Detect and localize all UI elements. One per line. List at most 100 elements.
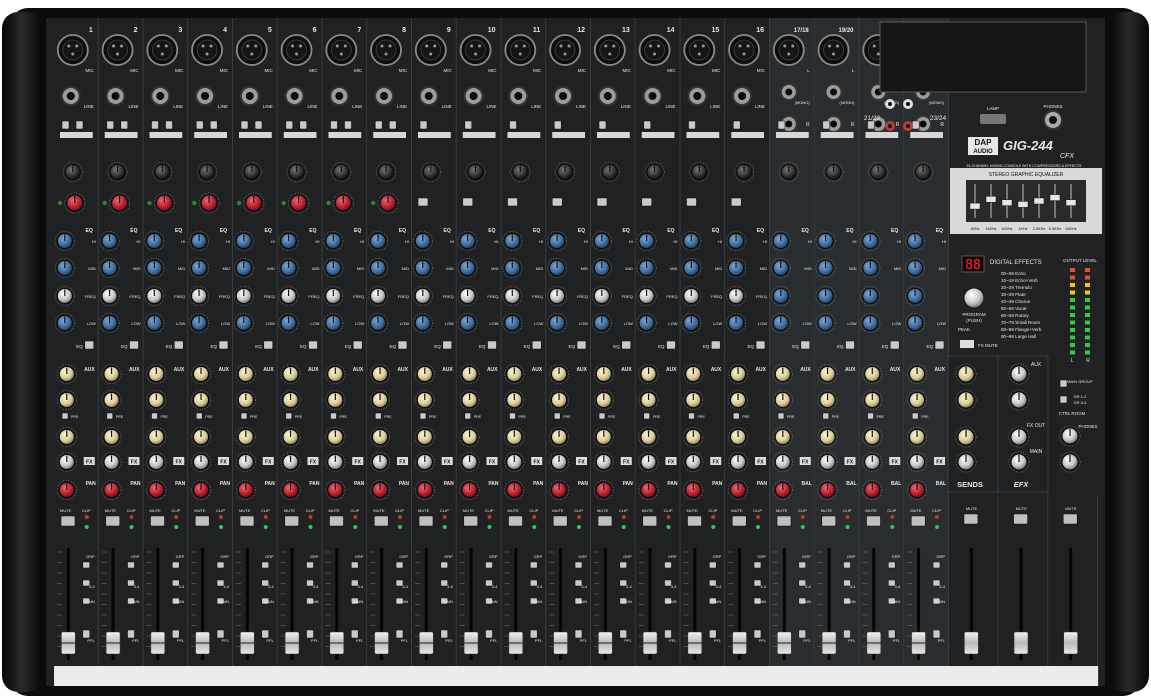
grp-12-button[interactable] bbox=[664, 561, 672, 569]
phase-switch[interactable] bbox=[120, 120, 129, 130]
pad-switch[interactable] bbox=[732, 120, 741, 130]
pad-switch[interactable] bbox=[151, 120, 159, 130]
mute-button[interactable] bbox=[463, 515, 479, 527]
grp-12-button[interactable] bbox=[843, 561, 851, 569]
phase-switch[interactable] bbox=[165, 120, 173, 130]
phase-switch[interactable] bbox=[388, 120, 397, 130]
pad-switch[interactable] bbox=[867, 120, 875, 130]
pad-switch[interactable] bbox=[553, 120, 562, 130]
mute-button[interactable] bbox=[597, 515, 613, 527]
master-mute-button[interactable] bbox=[1062, 513, 1078, 525]
line-select-button[interactable] bbox=[462, 197, 474, 207]
line-select-button[interactable] bbox=[641, 197, 653, 207]
pfl-button[interactable] bbox=[664, 629, 672, 639]
grp-12-button[interactable] bbox=[708, 561, 717, 569]
pfl-button[interactable] bbox=[887, 629, 896, 639]
mute-button[interactable] bbox=[508, 515, 523, 527]
main-group-switch[interactable] bbox=[1059, 379, 1068, 388]
grp-12-button[interactable] bbox=[127, 561, 135, 569]
eq-bypass-button[interactable] bbox=[397, 340, 408, 350]
mute-button[interactable] bbox=[329, 515, 344, 527]
pfl-button[interactable] bbox=[708, 629, 717, 639]
pre-post-switch[interactable] bbox=[553, 412, 561, 420]
master-mute-button[interactable] bbox=[963, 513, 979, 525]
eq-bypass-button[interactable] bbox=[487, 340, 497, 350]
pad-switch[interactable] bbox=[419, 120, 428, 130]
grp-12-button[interactable] bbox=[306, 561, 314, 569]
pre-post-switch[interactable] bbox=[732, 412, 740, 420]
grp-12-button[interactable] bbox=[82, 561, 91, 569]
pad-switch[interactable] bbox=[598, 120, 607, 130]
eq-bypass-button[interactable] bbox=[889, 340, 900, 350]
mute-button[interactable] bbox=[418, 515, 434, 527]
grp-12-button[interactable] bbox=[440, 561, 449, 569]
pfl-button[interactable] bbox=[82, 629, 91, 639]
mute-button[interactable] bbox=[821, 515, 837, 527]
grp-12-button[interactable] bbox=[887, 561, 896, 569]
eq-bypass-button[interactable] bbox=[442, 340, 453, 350]
geq-slider[interactable] bbox=[969, 202, 981, 210]
pad-switch[interactable] bbox=[374, 120, 383, 130]
mute-button[interactable] bbox=[776, 515, 792, 527]
line-select-button[interactable] bbox=[596, 197, 608, 207]
pre-post-switch[interactable] bbox=[509, 412, 516, 420]
grp-12-button[interactable] bbox=[395, 561, 404, 569]
gr-switch[interactable] bbox=[1059, 395, 1068, 404]
grp-12-button[interactable] bbox=[485, 561, 493, 569]
eq-bypass-button[interactable] bbox=[934, 340, 945, 350]
geq-slider[interactable] bbox=[1065, 199, 1077, 206]
pad-switch[interactable] bbox=[777, 120, 786, 130]
pre-post-switch[interactable] bbox=[643, 412, 651, 420]
grp-12-button[interactable] bbox=[798, 561, 807, 569]
pfl-button[interactable] bbox=[216, 629, 225, 639]
line-select-button[interactable] bbox=[551, 197, 563, 207]
pre-post-switch[interactable] bbox=[777, 412, 785, 420]
pfl-button[interactable] bbox=[127, 629, 135, 639]
pre-post-switch[interactable] bbox=[598, 412, 606, 420]
pre-post-switch[interactable] bbox=[330, 412, 337, 420]
pad-switch[interactable] bbox=[285, 120, 294, 130]
eq-bypass-button[interactable] bbox=[576, 340, 587, 350]
line-select-button[interactable] bbox=[686, 197, 697, 207]
pre-post-switch[interactable] bbox=[195, 412, 203, 420]
pre-post-switch[interactable] bbox=[285, 412, 293, 420]
eq-bypass-button[interactable] bbox=[531, 340, 542, 350]
pad-switch[interactable] bbox=[61, 120, 70, 130]
geq-slider[interactable] bbox=[1001, 199, 1013, 206]
pre-post-switch[interactable] bbox=[106, 412, 114, 420]
mute-button[interactable] bbox=[552, 515, 568, 527]
phase-switch[interactable] bbox=[75, 120, 84, 130]
pad-switch[interactable] bbox=[195, 120, 204, 130]
pfl-button[interactable] bbox=[306, 629, 314, 639]
geq-slider[interactable] bbox=[1017, 201, 1029, 208]
grp-12-button[interactable] bbox=[216, 561, 225, 569]
pfl-button[interactable] bbox=[171, 629, 180, 639]
pre-post-switch[interactable] bbox=[151, 412, 158, 420]
pfl-button[interactable] bbox=[485, 629, 493, 639]
eq-bypass-button[interactable] bbox=[129, 340, 139, 350]
mute-button[interactable] bbox=[105, 515, 121, 527]
phase-switch[interactable] bbox=[344, 120, 352, 130]
pre-post-switch[interactable] bbox=[419, 412, 427, 420]
eq-bypass-button[interactable] bbox=[308, 340, 318, 350]
pad-switch[interactable] bbox=[106, 120, 115, 130]
grp-12-button[interactable] bbox=[261, 561, 270, 569]
pad-switch[interactable] bbox=[911, 120, 920, 130]
master-fader[interactable] bbox=[1013, 631, 1029, 655]
line-select-button[interactable] bbox=[417, 197, 429, 207]
pad-switch[interactable] bbox=[643, 120, 652, 130]
eq-bypass-button[interactable] bbox=[352, 340, 363, 350]
pfl-button[interactable] bbox=[753, 629, 762, 639]
eq-bypass-button[interactable] bbox=[845, 340, 855, 350]
pfl-button[interactable] bbox=[440, 629, 449, 639]
pfl-button[interactable] bbox=[261, 629, 270, 639]
eq-bypass-button[interactable] bbox=[755, 340, 766, 350]
eq-bypass-button[interactable] bbox=[710, 340, 721, 350]
pre-post-switch[interactable] bbox=[867, 412, 874, 420]
mute-button[interactable] bbox=[284, 515, 300, 527]
master-fader[interactable] bbox=[964, 631, 979, 655]
fx-mute-button[interactable] bbox=[960, 340, 974, 348]
pfl-button[interactable] bbox=[798, 629, 807, 639]
eq-bypass-button[interactable] bbox=[84, 340, 95, 350]
grp-12-button[interactable] bbox=[753, 561, 762, 569]
